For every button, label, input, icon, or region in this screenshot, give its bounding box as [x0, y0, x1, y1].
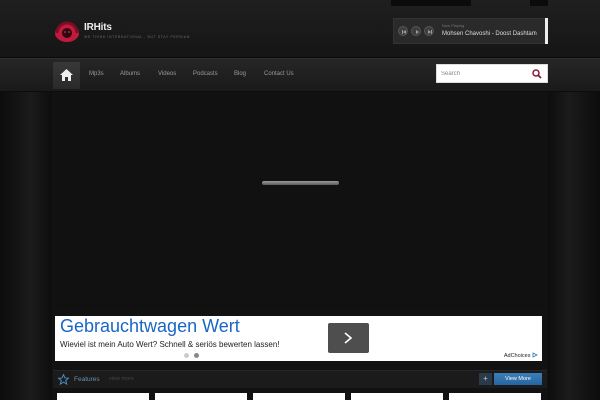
nav-item-albums[interactable]: Albums [120, 71, 140, 77]
top-strip [391, 0, 471, 6]
top-strip [530, 0, 548, 6]
feature-thumbnail[interactable] [57, 393, 149, 400]
search-input[interactable] [437, 65, 527, 82]
now-playing-widget: Now Playing Mohsen Chavoshi - Doost Dash… [393, 18, 548, 44]
right-background-panel [548, 92, 600, 400]
nav-item-videos[interactable]: Videos [158, 71, 176, 77]
site-header: IRHits WE THINK INTERNATIONAL , BUT STAY… [0, 0, 600, 58]
view-more-button[interactable]: View More [494, 373, 542, 385]
next-icon[interactable] [424, 26, 434, 36]
search-box [436, 64, 548, 83]
ad-banner[interactable]: Gebrauchtwagen Wert Wieviel ist mein Aut… [55, 316, 542, 361]
features-plus-button[interactable]: + [479, 373, 492, 385]
features-subtitle: view more [109, 376, 135, 382]
prev-icon[interactable] [398, 26, 408, 36]
logo-title[interactable]: IRHits [84, 22, 112, 33]
feature-thumbnail[interactable] [253, 393, 345, 400]
video-player-area[interactable] [53, 93, 547, 310]
headphones-logo-icon[interactable] [54, 21, 80, 43]
carousel-dot[interactable] [194, 353, 199, 358]
nav-item-contact-us[interactable]: Contact Us [264, 71, 294, 77]
ad-choices-icon [532, 352, 538, 358]
now-playing-track[interactable]: Mohsen Chavoshi - Doost Dashtam [442, 31, 537, 37]
logo-tagline: WE THINK INTERNATIONAL , BUT STAY PERSIA… [84, 35, 190, 39]
feature-thumbnail[interactable] [351, 393, 443, 400]
loading-bar [262, 181, 339, 185]
ad-title[interactable]: Gebrauchtwagen Wert [60, 316, 240, 337]
ad-choices-label: AdChoices [503, 353, 531, 359]
features-bar: Features view more + View More [53, 370, 547, 388]
search-icon[interactable] [532, 69, 542, 79]
feature-thumbnail[interactable] [449, 393, 541, 400]
feature-thumbnail[interactable] [155, 393, 247, 400]
nav-item-mp3s[interactable]: Mp3s [89, 71, 104, 77]
ad-arrow-button[interactable] [328, 323, 369, 353]
player-edge [545, 18, 548, 44]
arrow-right-icon [344, 332, 353, 344]
star-icon [58, 374, 69, 385]
ad-description[interactable]: Wieviel ist mein Auto Wert? Schnell & se… [60, 340, 280, 349]
carousel-dot[interactable] [184, 353, 189, 358]
left-background-panel [0, 92, 52, 400]
play-icon[interactable] [411, 26, 421, 36]
ad-choices-link[interactable]: AdChoices [504, 352, 538, 359]
nav-item-podcasts[interactable]: Podcasts [193, 71, 218, 77]
home-icon [60, 69, 73, 81]
home-button[interactable] [53, 62, 80, 89]
nav-item-blog[interactable]: Blog [234, 71, 246, 77]
now-playing-label: Now Playing [442, 23, 465, 28]
features-title: Features [74, 376, 100, 383]
main-nav: Mp3s Albums Videos Podcasts Blog Contact… [0, 58, 600, 92]
